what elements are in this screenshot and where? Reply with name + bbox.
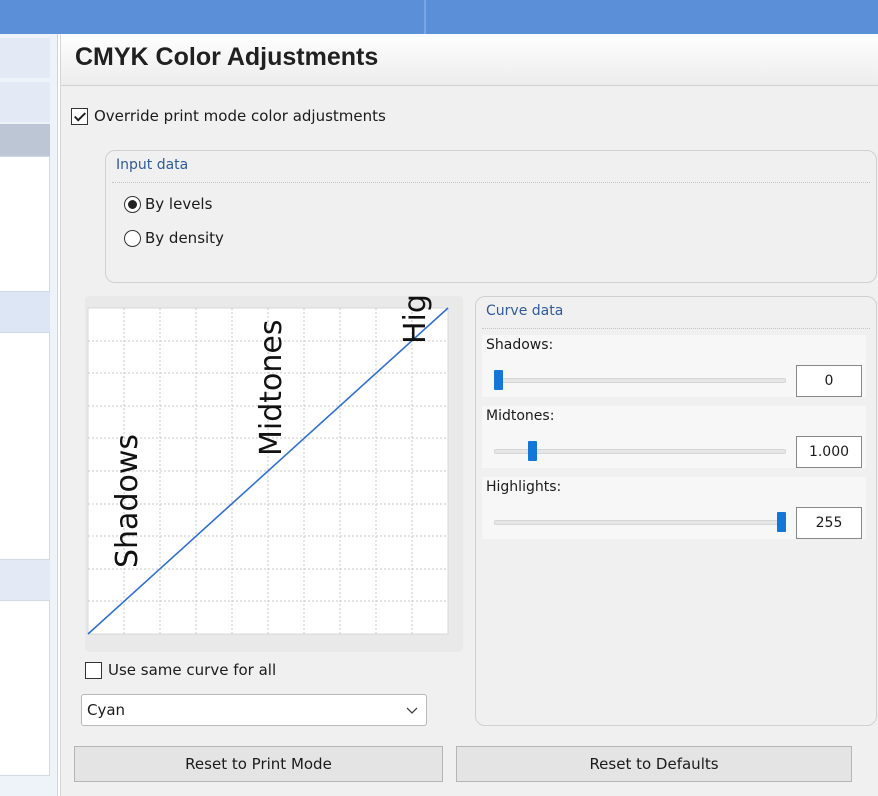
group-divider: [112, 182, 870, 183]
group-divider: [482, 328, 870, 329]
radio-by-levels-label: By levels: [145, 195, 213, 213]
curve-chart[interactable]: Shadows Midtones Highlights: [85, 296, 463, 652]
reset-to-defaults-button[interactable]: Reset to Defaults: [456, 746, 852, 782]
highlights-slider-thumb[interactable]: [777, 512, 786, 532]
radio-by-levels[interactable]: By levels: [124, 195, 212, 213]
override-checkbox-row[interactable]: Override print mode color adjustments: [71, 107, 386, 125]
highlights-slider-track[interactable]: [494, 520, 786, 525]
left-pane-panel: [0, 600, 50, 776]
channel-select-value: Cyan: [87, 701, 126, 719]
override-checkbox[interactable]: [71, 107, 88, 125]
left-pane-item[interactable]: [0, 560, 50, 600]
shadows-chart-label: Shadows: [110, 434, 145, 568]
radio-button[interactable]: [124, 229, 141, 247]
radio-by-density-label: By density: [145, 229, 224, 247]
same-curve-checkbox-label: Use same curve for all: [108, 661, 277, 679]
left-pane-item[interactable]: [0, 38, 50, 78]
midtones-value-field[interactable]: 1.000: [796, 436, 862, 468]
strip-divider: [424, 0, 426, 34]
shadows-slider-thumb[interactable]: [494, 370, 503, 390]
page-title: CMYK Color Adjustments: [75, 43, 379, 71]
midtones-slider-thumb[interactable]: [527, 441, 537, 461]
left-pane-panel: [0, 156, 50, 292]
curve-chart-svg: Shadows Midtones Highlights: [87, 296, 449, 635]
highlights-value-field[interactable]: 255: [796, 507, 862, 539]
shadows-label: Shadows:: [486, 337, 554, 353]
channel-select[interactable]: Cyan: [81, 694, 427, 726]
top-title-strip: [0, 0, 878, 34]
midtones-slider-track[interactable]: [494, 449, 786, 454]
highlights-row: Highlights: 255: [482, 477, 866, 539]
cmyk-adjustments-panel: CMYK Color Adjustments Override print mo…: [60, 34, 878, 796]
shadows-slider-track[interactable]: [494, 378, 786, 383]
reset-to-print-mode-button[interactable]: Reset to Print Mode: [74, 746, 443, 782]
input-data-title: Input data: [116, 157, 189, 173]
left-pane-panel: [0, 332, 50, 560]
curve-data-title: Curve data: [486, 303, 564, 319]
midtones-chart-label: Midtones: [254, 320, 289, 456]
same-curve-checkbox-row[interactable]: Use same curve for all: [85, 661, 276, 679]
panel-header: CMYK Color Adjustments: [61, 34, 878, 86]
midtones-label: Midtones:: [486, 408, 555, 424]
highlights-label: Highlights:: [486, 479, 562, 495]
left-pane-item[interactable]: [0, 82, 50, 122]
input-data-group: Input data By levels By density: [105, 150, 877, 283]
shadows-value-field[interactable]: 0: [796, 365, 862, 397]
left-navigation-pane: [0, 34, 58, 796]
radio-by-density[interactable]: By density: [124, 229, 224, 247]
left-pane-item-highlighted[interactable]: [0, 292, 50, 332]
left-pane-item-selected[interactable]: [0, 124, 50, 156]
curve-data-group: Curve data Shadows: 0 Midtones: 1.000 Hi…: [475, 296, 877, 726]
shadows-row: Shadows: 0: [482, 335, 866, 397]
highlights-chart-label: Highlights: [398, 296, 433, 344]
override-checkbox-label: Override print mode color adjustments: [94, 107, 386, 125]
same-curve-checkbox[interactable]: [85, 661, 102, 679]
radio-button-selected[interactable]: [124, 195, 141, 213]
midtones-row: Midtones: 1.000: [482, 406, 866, 468]
chevron-down-icon: [406, 707, 418, 714]
